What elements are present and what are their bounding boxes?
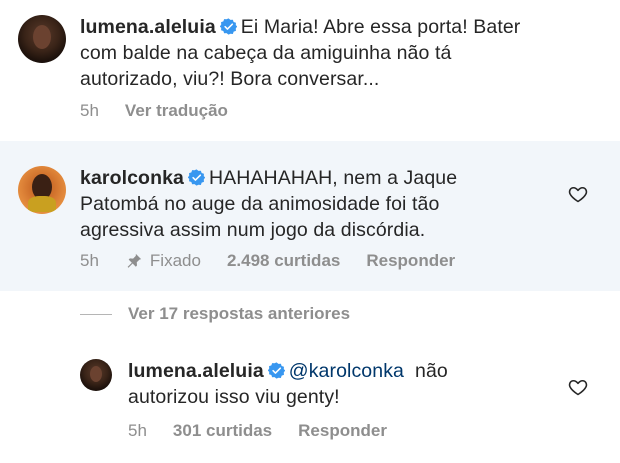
avatar-detail bbox=[28, 196, 56, 212]
mention-link[interactable]: @karolconka bbox=[289, 360, 404, 382]
reply-button[interactable]: Responder bbox=[298, 421, 387, 441]
comment-meta: 5h Ver tradução bbox=[80, 101, 254, 121]
comment-text: karolconka HAHAHAHAH, nem a Jaque Patombá… bbox=[80, 165, 560, 243]
timestamp[interactable]: 5h bbox=[128, 421, 147, 441]
username[interactable]: karolconka bbox=[80, 167, 184, 189]
comment-text: lumena.aleluia Ei Maria! Abre essa porta!… bbox=[80, 14, 600, 92]
comment-line: HAHAHAHAH, nem a Jaque bbox=[208, 167, 458, 189]
timestamp[interactable]: 5h bbox=[80, 101, 99, 121]
pin-icon bbox=[127, 253, 142, 268]
view-previous-replies[interactable]: Ver 17 respostas anteriores bbox=[80, 304, 350, 324]
avatar[interactable] bbox=[80, 359, 112, 391]
likes-count[interactable]: 301 curtidas bbox=[173, 421, 272, 441]
reply-button[interactable]: Responder bbox=[366, 251, 455, 271]
pinned-indicator: Fixado bbox=[125, 251, 201, 271]
comment-line: autorizado, viu?! Bora conversar... bbox=[80, 68, 380, 90]
comment-meta: 5h Fixado 2.498 curtidas Responder bbox=[80, 251, 481, 271]
heart-icon[interactable] bbox=[568, 377, 588, 397]
username[interactable]: lumena.aleluia bbox=[128, 360, 264, 382]
divider-line bbox=[80, 313, 112, 315]
avatar[interactable] bbox=[18, 15, 66, 63]
comment-line: com balde na cabeça da amiguinha não tá bbox=[80, 42, 452, 64]
timestamp[interactable]: 5h bbox=[80, 251, 99, 271]
view-previous-label: Ver 17 respostas anteriores bbox=[128, 304, 351, 323]
avatar[interactable] bbox=[18, 166, 66, 214]
likes-count[interactable]: 2.498 curtidas bbox=[227, 251, 340, 271]
comment-line: não bbox=[415, 360, 448, 382]
avatar-face bbox=[90, 366, 102, 382]
comment-line: Ei Maria! Abre essa porta! Bater bbox=[240, 16, 521, 38]
username[interactable]: lumena.aleluia bbox=[80, 16, 216, 38]
avatar-face bbox=[33, 25, 51, 49]
comment-line: Patombá no auge da animosidade foi tão bbox=[80, 193, 440, 215]
comment-line: agressiva assim num jogo da discórdia. bbox=[80, 219, 426, 241]
comment-line: autorizou isso viu genty! bbox=[128, 386, 340, 408]
heart-icon[interactable] bbox=[568, 184, 588, 204]
verified-badge-icon bbox=[219, 18, 237, 35]
pinned-label: Fixado bbox=[149, 251, 201, 270]
comment-meta: 5h 301 curtidas Responder bbox=[128, 421, 413, 441]
verified-badge-icon bbox=[267, 362, 285, 379]
comment-text: lumena.aleluia @karolconka não autorizou … bbox=[128, 358, 568, 410]
translate-link[interactable]: Ver tradução bbox=[125, 101, 228, 121]
verified-badge-icon bbox=[187, 169, 205, 186]
